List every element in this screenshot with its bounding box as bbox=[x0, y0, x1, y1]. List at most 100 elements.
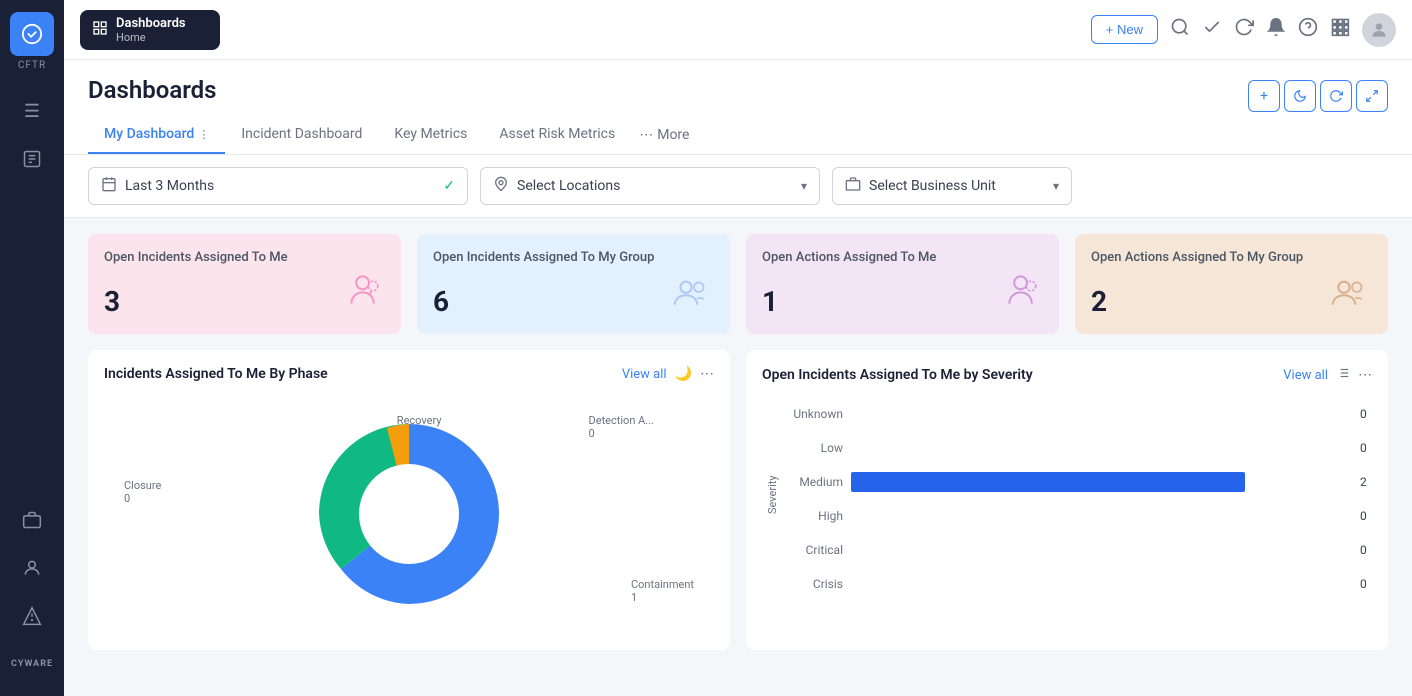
kpi-icon-action-person bbox=[1003, 270, 1043, 318]
donut-chart-card: Incidents Assigned To Me By Phase View a… bbox=[88, 350, 730, 650]
tabs: My Dashboard ⋮ Incident Dashboard Key Me… bbox=[88, 116, 1388, 154]
bar-track-medium bbox=[851, 472, 1344, 492]
detection-label: Detection A... 0 bbox=[589, 414, 654, 440]
bar-row-low: Low 0 bbox=[783, 438, 1372, 458]
list-icon[interactable] bbox=[1336, 366, 1350, 384]
sidebar-item-menu[interactable]: ☰ bbox=[12, 91, 52, 131]
tab-more[interactable]: ⋯ More bbox=[631, 117, 697, 153]
donut-chart-title: Incidents Assigned To Me By Phase bbox=[104, 366, 328, 382]
check-icon[interactable] bbox=[1202, 17, 1222, 42]
kpi-card-open-actions-me[interactable]: Open Actions Assigned To Me 1 bbox=[746, 234, 1059, 334]
kpi-title-3: Open Actions Assigned To My Group bbox=[1091, 250, 1372, 267]
dark-mode-button[interactable] bbox=[1284, 80, 1316, 112]
bar-chart-actions: View all bbox=[1283, 366, 1372, 384]
refresh-dashboard-button[interactable] bbox=[1320, 80, 1352, 112]
calendar-icon bbox=[101, 176, 117, 196]
kpi-card-open-actions-group[interactable]: Open Actions Assigned To My Group 2 bbox=[1075, 234, 1388, 334]
search-icon[interactable] bbox=[1170, 17, 1190, 42]
bar-value-high: 0 bbox=[1360, 509, 1372, 523]
help-icon[interactable] bbox=[1298, 17, 1318, 42]
bar-rows: Unknown 0 Low bbox=[783, 396, 1372, 594]
kpi-row: Open Incidents Assigned To Me 3 Open Inc… bbox=[88, 234, 1388, 334]
bar-row-medium: Medium 2 bbox=[783, 472, 1372, 492]
chevron-down-icon-bu: ▾ bbox=[1053, 179, 1059, 193]
sidebar-item-reports[interactable] bbox=[12, 139, 52, 179]
date-range-filter[interactable]: Last 3 Months ✓ bbox=[88, 167, 468, 205]
bar-value-medium: 2 bbox=[1360, 475, 1372, 489]
bar-row-critical: Critical 0 bbox=[783, 540, 1372, 560]
bar-track-high bbox=[851, 506, 1344, 526]
bar-label-critical: Critical bbox=[783, 543, 843, 557]
donut-chart-container: Recovery 0 Detection A... 0 Closure 0 bbox=[104, 394, 714, 634]
tab-my-dashboard[interactable]: My Dashboard ⋮ bbox=[88, 116, 225, 154]
bar-label-medium: Medium bbox=[783, 475, 843, 489]
content-area: Dashboards + bbox=[64, 60, 1412, 696]
page-header: Dashboards + bbox=[64, 60, 1412, 155]
bar-chart-header: Open Incidents Assigned To Me by Severit… bbox=[762, 366, 1372, 384]
app-name-label: Dashboards Home bbox=[116, 16, 186, 44]
tab-asset-risk-metrics[interactable]: Asset Risk Metrics bbox=[483, 116, 631, 154]
tab-key-metrics[interactable]: Key Metrics bbox=[378, 116, 483, 154]
bar-track-unknown bbox=[851, 404, 1344, 424]
date-range-label: Last 3 Months bbox=[125, 178, 435, 194]
kpi-title-2: Open Actions Assigned To Me bbox=[762, 250, 1043, 267]
sidebar-item-cases[interactable] bbox=[12, 500, 52, 540]
business-unit-filter[interactable]: Select Business Unit ▾ bbox=[832, 167, 1072, 205]
kpi-card-open-incidents-me[interactable]: Open Incidents Assigned To Me 3 bbox=[88, 234, 401, 334]
sidebar-item-threats[interactable] bbox=[12, 596, 52, 636]
bar-chart-title: Open Incidents Assigned To Me by Severit… bbox=[762, 367, 1033, 383]
bar-view-all[interactable]: View all bbox=[1283, 368, 1328, 383]
bar-chart-area: Severity Unknown 0 bbox=[762, 396, 1372, 594]
refresh-icon[interactable] bbox=[1234, 17, 1254, 42]
bar-label-crisis: Crisis bbox=[783, 577, 843, 591]
grid-icon[interactable] bbox=[1330, 17, 1350, 42]
kpi-icon-group bbox=[670, 274, 714, 318]
topbar: Dashboards Home + New bbox=[64, 0, 1412, 60]
location-filter[interactable]: Select Locations ▾ bbox=[480, 167, 820, 205]
chart-row: Incidents Assigned To Me By Phase View a… bbox=[88, 350, 1388, 650]
bell-icon[interactable] bbox=[1266, 17, 1286, 42]
bar-label-low: Low bbox=[783, 441, 843, 455]
kpi-icon-action-group bbox=[1328, 274, 1372, 318]
moon-icon[interactable]: 🌙 bbox=[675, 366, 692, 382]
bar-label-high: High bbox=[783, 509, 843, 523]
main-content: Dashboards Home + New bbox=[64, 0, 1412, 696]
sidebar-item-users[interactable] bbox=[12, 548, 52, 588]
kpi-value-2: 1 bbox=[762, 285, 1043, 318]
bar-value-unknown: 0 bbox=[1360, 407, 1372, 421]
kpi-card-open-incidents-group[interactable]: Open Incidents Assigned To My Group 6 bbox=[417, 234, 730, 334]
kpi-icon-person bbox=[345, 270, 385, 318]
bar-value-low: 0 bbox=[1360, 441, 1372, 455]
tab-actions: + bbox=[1248, 80, 1388, 112]
bar-chart-card: Open Incidents Assigned To Me by Severit… bbox=[746, 350, 1388, 650]
bar-track-crisis bbox=[851, 574, 1344, 594]
app-switcher-button[interactable]: Dashboards Home bbox=[80, 10, 220, 50]
sidebar-logo[interactable] bbox=[10, 12, 54, 56]
bar-row-crisis: Crisis 0 bbox=[783, 574, 1372, 594]
closure-label: Closure 0 bbox=[124, 479, 161, 505]
bar-more-options-icon[interactable]: ⋯ bbox=[1358, 367, 1372, 383]
new-button[interactable]: + New bbox=[1091, 15, 1158, 44]
bar-chart-rows: Unknown 0 Low bbox=[783, 404, 1372, 594]
y-axis-label: Severity bbox=[762, 396, 783, 594]
donut-view-all[interactable]: View all bbox=[622, 367, 667, 382]
chevron-down-icon: ▾ bbox=[801, 179, 807, 193]
app-brand-label: CFTR bbox=[18, 60, 46, 71]
bar-value-critical: 0 bbox=[1360, 543, 1372, 557]
check-mark: ✓ bbox=[443, 178, 455, 194]
kpi-value-0: 3 bbox=[104, 285, 385, 318]
tab-incident-dashboard[interactable]: Incident Dashboard bbox=[225, 116, 378, 154]
business-unit-label: Select Business Unit bbox=[869, 178, 1045, 194]
cyware-logo: CYWARE bbox=[12, 644, 52, 684]
page-title: Dashboards bbox=[88, 76, 217, 104]
kpi-title-0: Open Incidents Assigned To Me bbox=[104, 250, 385, 267]
sidebar-bottom: CYWARE bbox=[12, 500, 52, 684]
user-avatar[interactable] bbox=[1362, 13, 1396, 47]
expand-button[interactable] bbox=[1356, 80, 1388, 112]
app-icon bbox=[92, 20, 108, 40]
donut-chart-header: Incidents Assigned To Me By Phase View a… bbox=[104, 366, 714, 382]
add-tab-button[interactable]: + bbox=[1248, 80, 1280, 112]
more-options-icon[interactable]: ⋯ bbox=[700, 366, 714, 382]
donut-chart-actions: View all 🌙 ⋯ bbox=[622, 366, 714, 382]
kpi-title-1: Open Incidents Assigned To My Group bbox=[433, 250, 714, 267]
